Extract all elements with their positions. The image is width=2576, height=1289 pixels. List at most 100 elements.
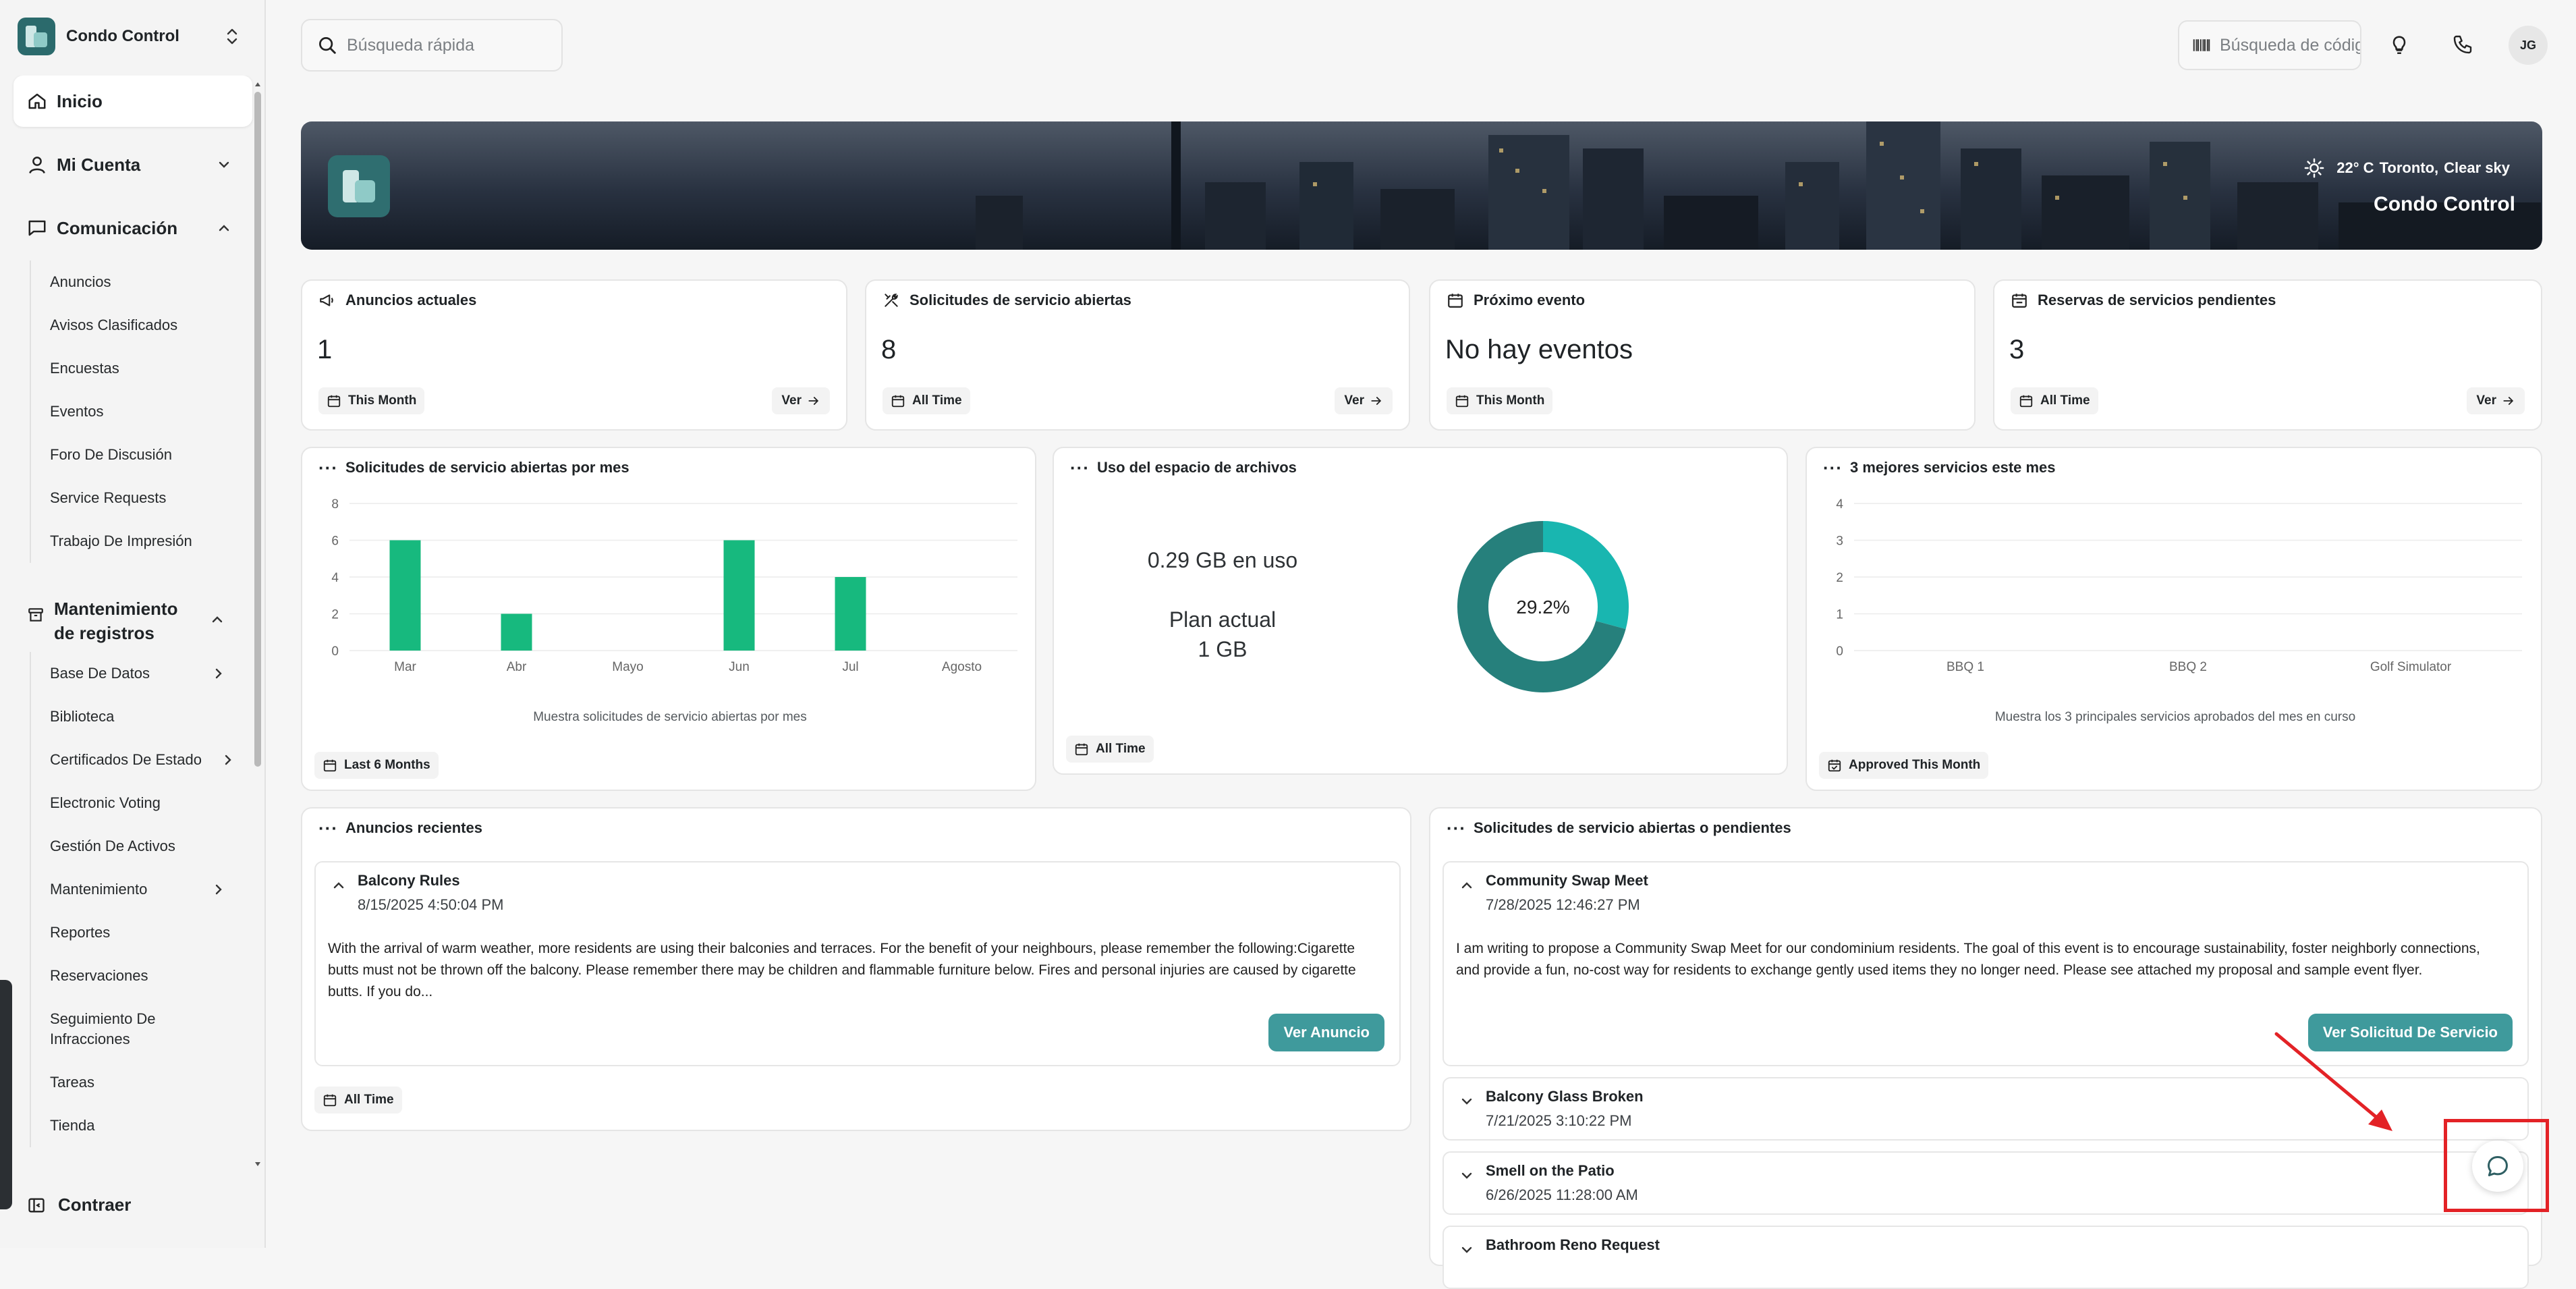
more-options-icon[interactable]: ··· [1823, 459, 1842, 476]
announcement-title: Balcony Rules [358, 872, 460, 889]
calendar-icon [891, 395, 905, 408]
sidebar-item-foro[interactable]: Foro De Discusión [50, 433, 266, 476]
y-tick-label: 2 [331, 608, 339, 622]
view-reservations-button[interactable]: Ver [2467, 387, 2525, 414]
tools-icon [885, 294, 898, 307]
sidebar-item-avisos-clasificados[interactable]: Avisos Clasificados [50, 304, 266, 347]
more-options-icon[interactable]: ··· [318, 459, 337, 476]
period-badge: All Time [883, 387, 970, 414]
view-announcements-button[interactable]: Ver [772, 387, 830, 414]
widget-file-space: ··· Uso del espacio de archivos 0.29 GB … [1053, 447, 1788, 775]
chevron-up-icon[interactable] [1459, 877, 1475, 894]
widget-title: Solicitudes de servicio abiertas por mes [345, 459, 629, 476]
sidebar-item-inicio[interactable]: Inicio [13, 76, 252, 127]
welcome-banner: 22° C Toronto, Clear sky Condo Control [301, 121, 2542, 250]
communication-submenu: Anuncios Avisos Clasificados Encuestas E… [30, 260, 266, 563]
donut-center-label: 29.2% [1516, 597, 1569, 618]
stat-card-value: No hay eventos [1445, 335, 1633, 364]
stat-card-announcements: Anuncios actuales 1 This Month Ver [301, 279, 847, 431]
sidebar-item-anuncios[interactable]: Anuncios [50, 260, 266, 304]
sidebar-item-label: Inicio [57, 90, 103, 111]
annotation-arrow [2274, 1032, 2392, 1131]
brand-switcher[interactable]: Condo Control [18, 18, 240, 55]
sidebar-item-label: Mantenimiento de registros [54, 599, 178, 643]
sidebar-item-mantenimiento-registros[interactable]: Mantenimiento de registros [0, 582, 266, 652]
service-request-date: 6/26/2025 11:28:00 AM [1486, 1186, 1638, 1203]
sidebar-item-encuestas[interactable]: Encuestas [50, 347, 266, 390]
more-options-icon[interactable]: ··· [1070, 459, 1089, 476]
sidebar-collapse-icon [28, 1198, 45, 1212]
phone-button[interactable] [2448, 30, 2477, 59]
sidebar-item-tienda[interactable]: Tienda [50, 1104, 266, 1147]
y-tick-label: 6 [331, 534, 339, 549]
tips-button[interactable] [2384, 30, 2414, 59]
service-request-item[interactable]: Bathroom Reno Request [1443, 1226, 2529, 1289]
sidebar-item-gestion-activos[interactable]: Gestión De Activos [50, 825, 266, 868]
stat-card-title: Solicitudes de servicio abiertas [909, 292, 1131, 308]
weather-city: Toronto, [2379, 159, 2439, 176]
collapse-sidebar-button[interactable]: Contraer [27, 1195, 131, 1215]
archive-icon [28, 608, 43, 622]
sidebar-item-label: Mi Cuenta [57, 154, 141, 175]
sidebar-item-mantenimiento[interactable]: Mantenimiento [50, 868, 266, 911]
widget-title: 3 mejores servicios este mes [1850, 459, 2056, 476]
stat-card-title: Anuncios actuales [345, 292, 477, 308]
service-request-title: Community Swap Meet [1486, 872, 1648, 889]
building-logo-icon [328, 155, 390, 217]
service-request-title: Smell on the Patio [1486, 1162, 1615, 1179]
sidebar-item-electronic-voting[interactable]: Electronic Voting [50, 781, 266, 825]
x-tick-label: Golf Simulator [2370, 660, 2452, 674]
sidebar-item-trabajo-impresion[interactable]: Trabajo De Impresión [50, 520, 266, 563]
y-tick-label: 0 [1836, 644, 1843, 659]
sidebar-item-service-requests[interactable]: Service Requests [50, 476, 266, 520]
chevron-down-icon[interactable] [1459, 1242, 1475, 1258]
sidebar-item-certificados[interactable]: Certificados De Estado [50, 738, 231, 781]
more-options-icon[interactable]: ··· [1447, 819, 1465, 837]
sidebar-item-reportes[interactable]: Reportes [50, 911, 266, 954]
period-badge: Approved This Month [1819, 752, 1989, 779]
top-services-bar-chart: 0 1 2 3 4 BBQ 1 BBQ 2 Golf Simulator [1836, 497, 2522, 674]
announcement-item[interactable]: Balcony Rules 8/15/2025 4:50:04 PM With … [314, 861, 1401, 1066]
calendar-icon [1448, 294, 1463, 308]
arrow-right-icon [808, 397, 819, 405]
sidebar-item-seguimiento-infracciones[interactable]: Seguimiento De Infracciones [50, 997, 212, 1061]
city-skyline-image [976, 121, 2541, 250]
widget-requests-by-month: ··· Solicitudes de servicio abiertas por… [301, 447, 1036, 791]
side-panel-handle[interactable] [0, 980, 12, 1209]
chat-button[interactable] [2472, 1141, 2523, 1192]
chevron-down-icon[interactable] [1459, 1168, 1475, 1184]
brand-name: Condo Control [66, 27, 179, 45]
view-service-requests-button[interactable]: Ver [1335, 387, 1393, 414]
sidebar-item-reservaciones[interactable]: Reservaciones [50, 954, 266, 997]
service-request-date: 7/28/2025 12:46:27 PM [1486, 896, 1640, 913]
sidebar-item-biblioteca[interactable]: Biblioteca [50, 695, 266, 738]
more-options-icon[interactable]: ··· [318, 819, 337, 837]
sidebar-item-tareas[interactable]: Tareas [50, 1061, 266, 1104]
records-submenu: Base De Datos Biblioteca Certificados De… [30, 652, 266, 1147]
bar [501, 613, 532, 651]
quick-search-input[interactable]: Búsqueda rápida [301, 19, 563, 72]
brand-logo-icon [18, 18, 55, 55]
x-tick-label: Abr [507, 660, 527, 674]
chevron-down-icon[interactable] [1459, 1093, 1475, 1109]
stat-card-value: 3 [2009, 335, 2025, 364]
x-tick-label: Jun [729, 660, 750, 674]
banner-title: Condo Control [2374, 193, 2515, 215]
file-space-donut-chart: 29.2% [1457, 521, 1629, 692]
bar [723, 540, 755, 651]
widget-title: Anuncios recientes [345, 819, 482, 836]
chevron-up-icon[interactable] [331, 877, 347, 894]
service-request-item[interactable]: Smell on the Patio 6/26/2025 11:28:00 AM [1443, 1151, 2529, 1215]
user-avatar[interactable]: JG [2509, 26, 2548, 65]
sidebar-item-mi-cuenta[interactable]: Mi Cuenta [13, 139, 252, 190]
y-tick-label: 2 [1836, 571, 1843, 585]
requests-bar-chart: 0 2 4 6 8 Mar Abr Mayo Jun Jul Agosto [331, 497, 1017, 674]
period-badge: This Month [318, 387, 425, 414]
barcode-search-input[interactable]: Búsqueda de código [2178, 20, 2361, 70]
sidebar-item-comunicacion[interactable]: Comunicación [13, 202, 252, 254]
y-tick-label: 8 [331, 497, 339, 512]
sidebar-scroll-thumb[interactable] [254, 92, 261, 767]
sidebar-item-eventos[interactable]: Eventos [50, 390, 266, 433]
sidebar-item-base-de-datos[interactable]: Base De Datos [50, 652, 266, 695]
view-announcement-button[interactable]: Ver Anuncio [1268, 1014, 1384, 1051]
